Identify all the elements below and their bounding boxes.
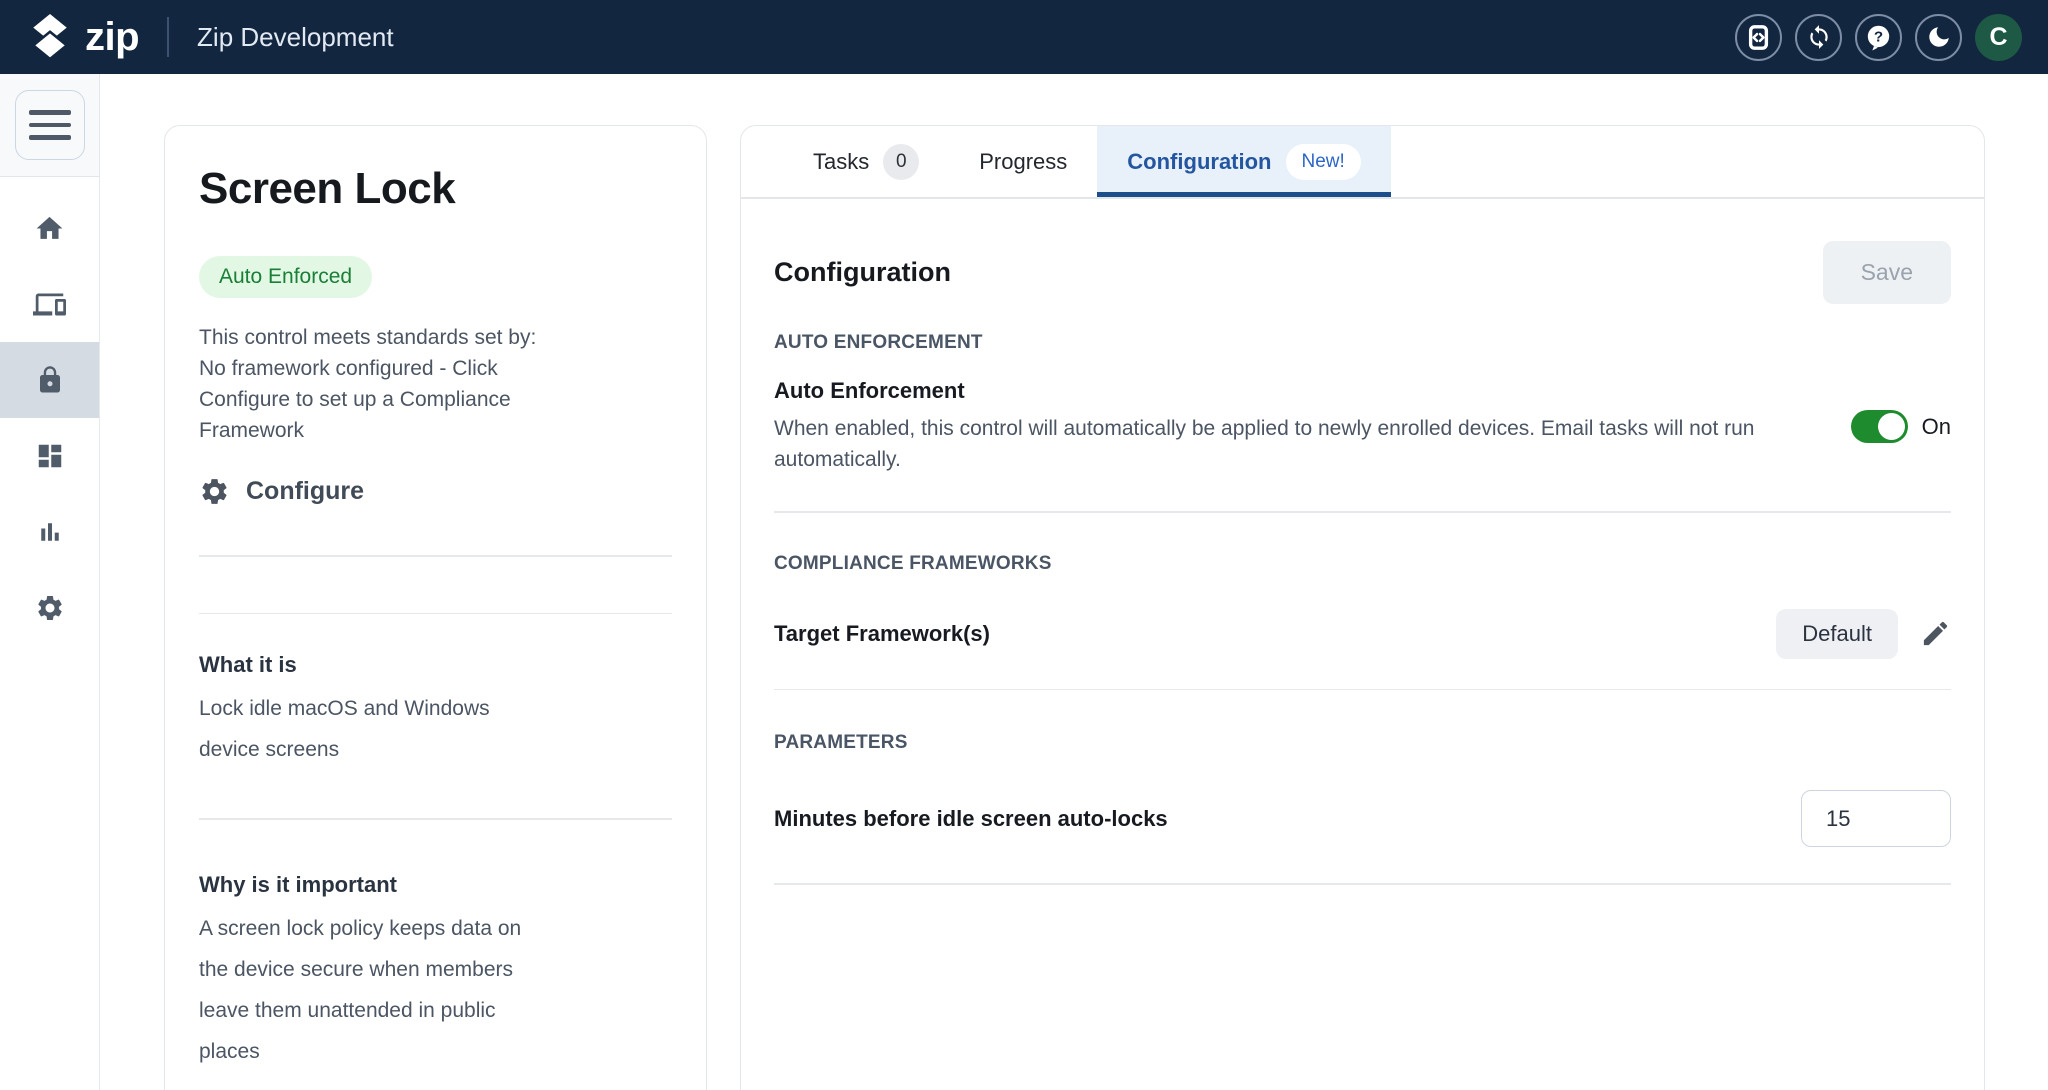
tasks-count-badge: 0 [883,144,919,180]
home-icon [34,213,65,244]
toggle-state-label: On [1922,414,1951,440]
tab-label: Configuration [1127,149,1271,175]
save-button[interactable]: Save [1823,241,1951,304]
sync-button[interactable] [1795,14,1842,61]
divider [199,613,672,615]
control-summary-card: Screen Lock Auto Enforced This control m… [164,125,707,1090]
auto-enforcement-toggle[interactable] [1851,410,1908,443]
sidebar-item-dashboard[interactable] [0,418,99,494]
auto-enforcement-section-label: AUTO ENFORCEMENT [774,332,1951,354]
gear-icon [199,476,230,507]
what-it-is-body: Lock idle macOS and Windows device scree… [199,688,547,770]
why-important-body: A screen lock policy keeps data on the d… [199,908,547,1072]
tab-configuration[interactable]: Configuration New! [1097,126,1391,197]
sync-icon [1806,24,1832,50]
target-frameworks-label: Target Framework(s) [774,621,990,647]
theme-toggle-button[interactable] [1915,14,1962,61]
help-icon: ? [1865,24,1892,51]
auto-enforcement-row: Auto Enforcement When enabled, this cont… [774,378,1951,475]
status-badge: Auto Enforced [199,256,372,298]
sidebar-item-reports[interactable] [0,494,99,570]
divider [774,689,1951,691]
brand-logo[interactable]: zip [30,14,139,60]
divider [199,818,672,820]
toggle-knob [1878,413,1905,440]
hamburger-icon [29,110,71,115]
main-content: Screen Lock Auto Enforced This control m… [100,74,2048,1090]
tab-bar: Tasks 0 Progress Configuration New! [741,126,1984,199]
tab-progress[interactable]: Progress [949,126,1097,197]
configuration-panel: Configuration Save AUTO ENFORCEMENT Auto… [741,199,1984,885]
panel-title: Configuration [774,257,951,288]
top-navbar: zip Zip Development ? [0,0,2048,74]
device-preview-button[interactable] [1735,14,1782,61]
standards-text: This control meets standards set by: No … [199,322,591,446]
sidebar-top [0,74,99,177]
sidebar-toggle-button[interactable] [15,90,85,160]
standards-detail: No framework configured - Click Configur… [199,353,591,446]
dashboard-icon [35,441,65,471]
svg-text:?: ? [1874,28,1883,45]
tab-tasks[interactable]: Tasks 0 [783,126,949,197]
sidebar-item-home[interactable] [0,190,99,266]
user-avatar[interactable]: C [1975,14,2022,61]
gear-icon [35,593,65,623]
sidebar-item-devices[interactable] [0,266,99,342]
control-title: Screen Lock [199,164,672,214]
avatar-initial: C [1989,23,2007,52]
divider [774,511,1951,513]
app-window: zip Zip Development ? [0,0,2048,1090]
sidebar-item-settings[interactable] [0,570,99,646]
sidebar-nav [0,177,99,646]
navbar-divider [167,17,169,57]
navbar-actions: ? C [1735,14,2022,61]
zip-logo-icon [30,14,70,60]
sidebar-item-controls[interactable] [0,342,99,418]
bar-chart-icon [35,517,65,547]
new-badge: New! [1286,144,1361,180]
target-frameworks-row: Target Framework(s) Default [774,609,1951,659]
help-button[interactable]: ? [1855,14,1902,61]
why-important-heading: Why is it important [199,872,672,898]
divider [199,555,672,557]
devices-icon [33,288,66,321]
auto-enforcement-title: Auto Enforcement [774,378,1845,404]
divider [774,883,1951,885]
framework-value-pill: Default [1776,609,1898,659]
moon-icon [1926,24,1952,50]
edit-framework-button[interactable] [1920,618,1951,649]
pencil-icon [1920,618,1951,649]
standards-intro: This control meets standards set by: [199,322,591,353]
configure-button[interactable]: Configure [199,476,364,507]
what-it-is-heading: What it is [199,652,672,678]
workspace-name: Zip Development [197,22,394,53]
tab-label: Tasks [813,149,869,175]
minutes-input[interactable] [1801,790,1951,847]
idle-minutes-label: Minutes before idle screen auto-locks [774,806,1168,832]
phone-code-icon [1745,24,1772,51]
control-detail-panel: Tasks 0 Progress Configuration New! Conf… [740,125,1985,1090]
tab-label: Progress [979,149,1067,175]
configure-label: Configure [246,477,364,506]
idle-minutes-row: Minutes before idle screen auto-locks [774,790,1951,847]
sidebar [0,74,100,1090]
lock-icon [35,365,65,395]
auto-enforcement-description: When enabled, this control will automati… [774,413,1845,475]
parameters-section-label: PARAMETERS [774,732,1951,754]
logo-text: zip [85,15,139,60]
compliance-section-label: COMPLIANCE FRAMEWORKS [774,553,1951,575]
